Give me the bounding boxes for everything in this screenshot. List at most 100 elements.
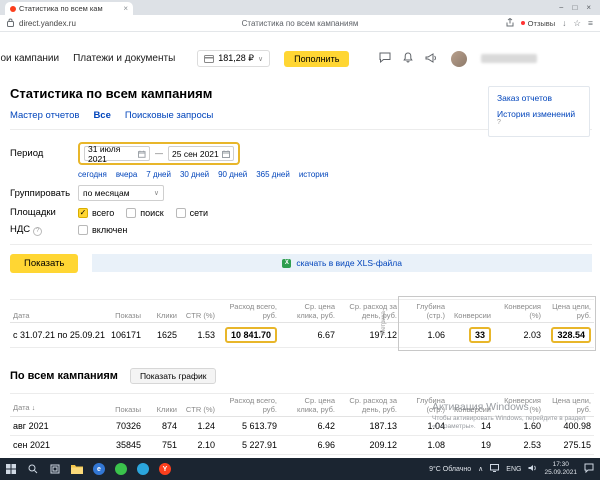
xls-download-strip: X скачать в виде XLS-файла (92, 254, 592, 272)
start-button[interactable] (0, 458, 22, 480)
group-by-select[interactable]: по месяцам ∨ (78, 185, 164, 201)
share-icon[interactable] (506, 17, 514, 29)
col-header: Показы (98, 393, 144, 417)
table-cell: 33 (448, 322, 494, 348)
table-cell: 14 (448, 416, 494, 436)
table-cell: 197.12 (338, 322, 400, 348)
tab-title: Статистика по всем кам (19, 4, 103, 13)
tab-all[interactable]: Все (93, 110, 110, 121)
history-changes-link[interactable]: История изменений (497, 109, 575, 119)
platform-search-option[interactable]: поиск (126, 207, 164, 218)
checkbox-icon[interactable] (126, 207, 137, 218)
whatsapp-icon[interactable] (110, 458, 132, 480)
summary-table: Дата Показы Клики CTR (%) Расход всего, … (10, 298, 594, 348)
megaphone-icon[interactable] (425, 50, 437, 68)
history-hint-icon[interactable]: ? (497, 119, 501, 126)
weather-status[interactable]: 9°C Облачно (429, 466, 471, 473)
platform-all-option[interactable]: ✓ всего (78, 207, 114, 218)
file-explorer-icon[interactable] (66, 458, 88, 480)
system-tray: 9°C Облачно ∧ ENG 17:30 25.09.2021 (429, 458, 600, 480)
balance-control[interactable]: 181,28 ₽ ∨ (197, 50, 271, 67)
user-avatar[interactable] (451, 50, 468, 67)
browser-page-title: Статистика по всем кампаниям (241, 18, 359, 28)
table-cell: 1.06 (400, 322, 448, 348)
nav-my-campaigns[interactable]: Мои кампании (0, 53, 59, 64)
browser-tab[interactable]: Статистика по всем кам × (5, 2, 133, 15)
nav-payments-documents[interactable]: Платежи и документы (73, 53, 175, 64)
period-30days-link[interactable]: 30 дней (180, 170, 209, 179)
show-button[interactable]: Показать (10, 253, 79, 273)
period-90days-link[interactable]: 90 дней (218, 170, 247, 179)
notifications-icon[interactable] (584, 463, 594, 475)
highlight-annotation: 328.54 (551, 326, 591, 343)
vat-included-option[interactable]: включен (78, 224, 127, 235)
col-header: Цена цели, руб. (544, 393, 594, 417)
url-text[interactable]: direct.yandex.ru (19, 19, 76, 28)
summary-table-wrap: Дата Показы Клики CTR (%) Расход всего, … (10, 295, 596, 351)
col-header: Показы (98, 299, 144, 323)
date-from-input[interactable]: 31 июля 2021 (84, 144, 150, 164)
period-7days-link[interactable]: 7 дней (146, 170, 171, 179)
period-history-link[interactable]: история (299, 170, 329, 179)
feedback-badge[interactable]: Отзывы (520, 19, 555, 28)
sidebar-menu-icon[interactable]: ≡ (588, 19, 593, 28)
bookmark-icon[interactable]: ☆ (573, 19, 581, 28)
windows-taskbar: e Y 9°C Облачно ∧ ENG 17:30 25.09.2021 (0, 458, 600, 480)
period-today-link[interactable]: сегодня (78, 170, 107, 179)
lock-icon[interactable] (7, 18, 14, 29)
show-chart-button[interactable]: Показать график (129, 367, 217, 384)
col-header: Конверсии (448, 299, 494, 323)
maximize-button[interactable]: □ (572, 3, 577, 12)
bell-icon[interactable] (403, 50, 414, 68)
browser-tab-strip: Статистика по всем кам × − □ × (0, 0, 600, 15)
table-cell: 70326 (98, 416, 144, 436)
group-row: Группировать по месяцам ∨ (10, 185, 592, 201)
date-range-dash: — (155, 149, 163, 158)
col-header-date[interactable]: Дата ↓ (10, 393, 98, 417)
checkbox-icon[interactable] (175, 207, 186, 218)
download-xls-link[interactable]: скачать в виде XLS-файла (296, 258, 402, 268)
platforms-label: Площадки (10, 207, 56, 218)
edge-browser-icon[interactable]: e (88, 458, 110, 480)
tray-expand-icon[interactable]: ∧ (478, 465, 483, 473)
yandex-browser-icon[interactable]: Y (154, 458, 176, 480)
filters-panel: Период 31 июля 2021 — 25 сен 2021 сегодн… (10, 129, 592, 245)
close-button[interactable]: × (586, 3, 591, 12)
toolbar-actions: Отзывы ↓ ☆ ≡ (506, 17, 593, 29)
table-cell: сен 2021 (10, 435, 98, 455)
volume-icon[interactable] (528, 464, 537, 474)
display-icon[interactable] (490, 464, 500, 474)
minimize-button[interactable]: − (559, 3, 564, 12)
tab-report-master[interactable]: Мастер отчетов (10, 110, 79, 121)
platform-networks-option[interactable]: сети (175, 207, 208, 218)
period-yesterday-link[interactable]: вчера (116, 170, 137, 179)
col-header: Ср. расход за день, руб. (338, 299, 400, 323)
tab-search-queries[interactable]: Поисковые запросы (125, 110, 213, 121)
checkbox-icon[interactable] (78, 224, 88, 235)
balance-amount: 181,28 ₽ (218, 53, 255, 63)
window-controls: − □ × (550, 0, 600, 15)
checkbox-checked-icon[interactable]: ✓ (78, 207, 88, 218)
vat-help-icon[interactable]: ? (33, 226, 43, 236)
date-to-input[interactable]: 25 сен 2021 (168, 146, 234, 161)
task-view-button[interactable] (44, 458, 66, 480)
col-header: Конверсии (448, 393, 494, 417)
summary-data-row: с 31.07.21 по 25.09.21 106171 1625 1.53 … (10, 322, 594, 348)
highlight-annotation: 33 (468, 326, 491, 343)
reports-info-panel: Заказ отчетов История изменений ? (488, 86, 590, 137)
highlight-annotation: 10 841.70 (224, 326, 277, 343)
language-indicator[interactable]: ENG (506, 466, 521, 473)
downloads-icon[interactable]: ↓ (562, 19, 566, 28)
period-row: Период 31 июля 2021 — 25 сен 2021 (10, 142, 592, 165)
chat-icon[interactable] (379, 50, 391, 68)
period-365days-link[interactable]: 365 дней (256, 170, 290, 179)
topup-button[interactable]: Пополнить (284, 50, 350, 67)
col-header: Цена цели, руб. (544, 299, 594, 323)
order-reports-link[interactable]: Заказ отчетов (497, 93, 581, 103)
search-icon[interactable] (22, 458, 44, 480)
clock[interactable]: 17:30 25.09.2021 (544, 461, 577, 477)
calendar-icon (138, 150, 146, 158)
col-header: Клики (144, 299, 180, 323)
telegram-icon[interactable] (132, 458, 154, 480)
tab-close-icon[interactable]: × (123, 4, 128, 13)
